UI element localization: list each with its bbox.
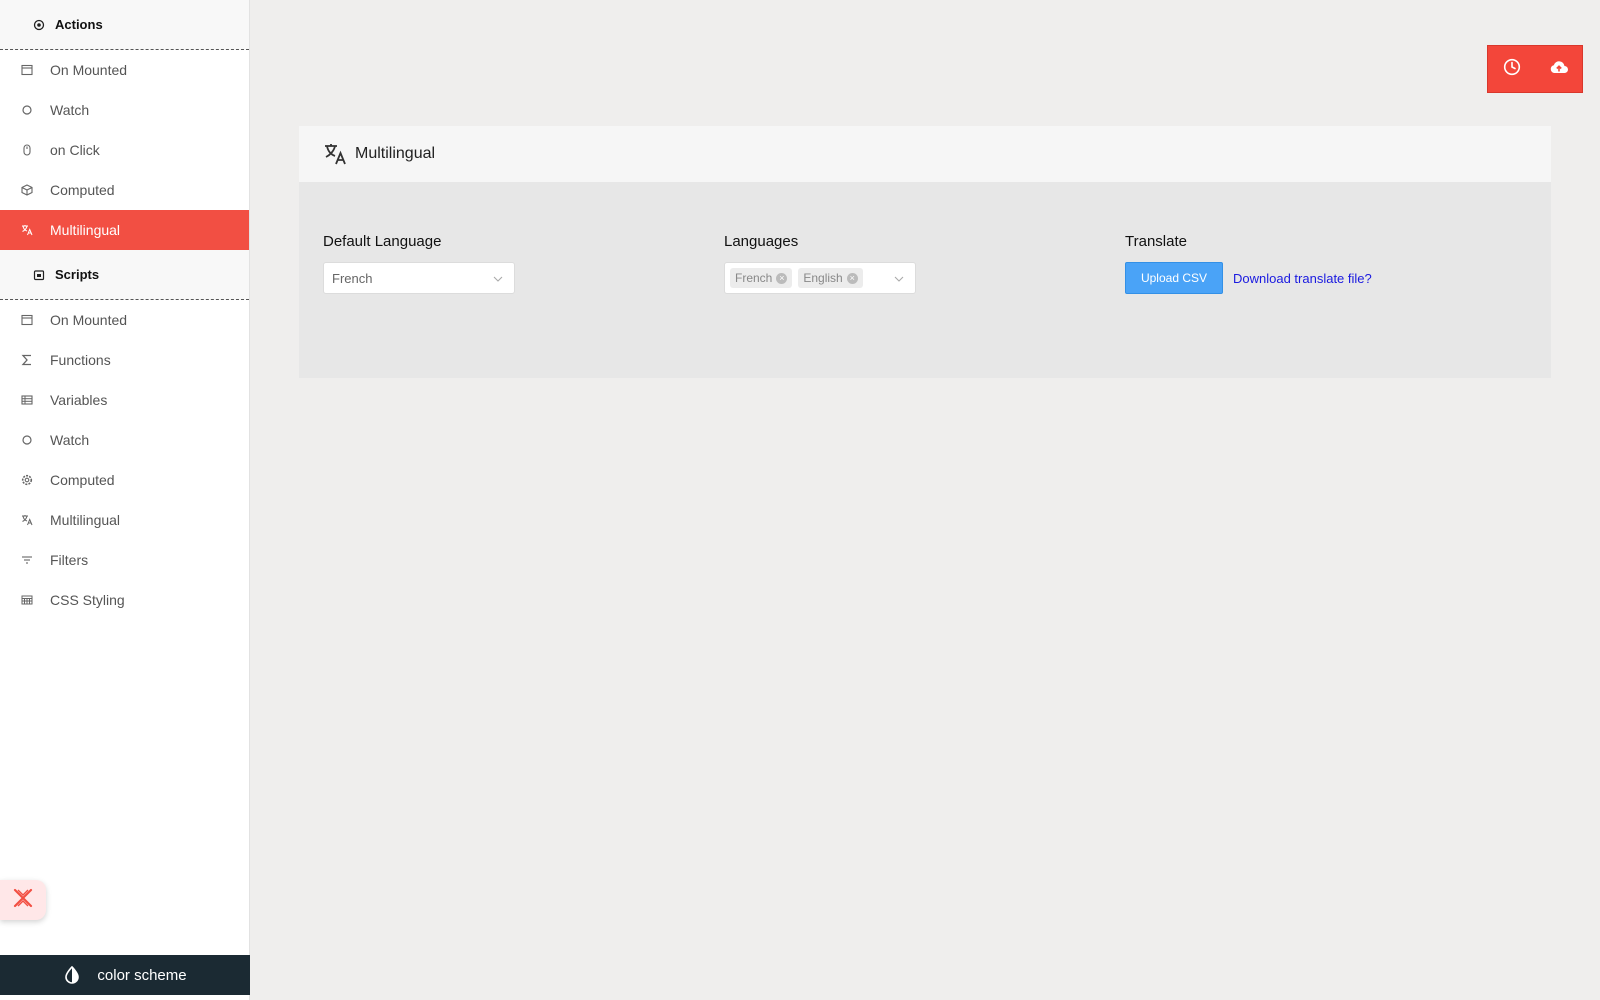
translate-icon <box>21 514 33 526</box>
filter-icon <box>21 554 33 566</box>
default-language-label: Default Language <box>323 233 442 250</box>
close-icon <box>12 887 34 914</box>
sidebar: Actions On Mounted Watch on Click Comput… <box>0 0 250 1000</box>
sidebar-item-on-click[interactable]: on Click <box>0 130 249 170</box>
actions-section-header[interactable]: Actions <box>0 0 249 50</box>
window-icon <box>21 314 33 326</box>
sidebar-item-label: On Mounted <box>50 62 128 78</box>
translate-icon <box>21 224 33 236</box>
sidebar-item-functions[interactable]: Functions <box>0 340 249 380</box>
sidebar-item-multilingual[interactable]: Multilingual <box>0 500 249 540</box>
color-scheme-toggle[interactable]: color scheme <box>0 955 250 995</box>
sidebar-item-computed[interactable]: Computed <box>0 460 249 500</box>
sidebar-item-label: Computed <box>50 182 115 198</box>
multilingual-panel: Multilingual Default Language French Lan… <box>299 126 1551 378</box>
languages-field: Languages French × English × <box>724 232 916 294</box>
clock-icon <box>1503 58 1521 81</box>
sidebar-item-label: Functions <box>50 352 111 368</box>
sidebar-item-watch[interactable]: Watch <box>0 420 249 460</box>
color-scheme-label: color scheme <box>97 966 187 984</box>
top-actions-bar <box>1487 45 1583 93</box>
translate-field: Translate Upload CSV Download translate … <box>1125 232 1372 294</box>
chevron-down-icon <box>893 273 905 285</box>
sidebar-item-label: Watch <box>50 432 90 448</box>
upload-csv-button[interactable]: Upload CSV <box>1125 262 1223 294</box>
mouse-icon <box>21 144 33 156</box>
sidebar-item-label: Watch <box>50 102 90 118</box>
contrast-icon <box>63 966 81 984</box>
sidebar-item-watch[interactable]: Watch <box>0 90 249 130</box>
default-language-select[interactable]: French <box>323 262 515 294</box>
panel-header: Multilingual <box>299 126 1551 182</box>
panel-body: Default Language French Languages French… <box>299 182 1551 378</box>
cog-icon <box>21 474 33 486</box>
cube-icon <box>21 184 33 196</box>
circle-icon <box>21 434 33 446</box>
panel-title: Multilingual <box>355 145 436 162</box>
cloud-upload-button[interactable] <box>1544 54 1574 84</box>
window-icon <box>21 64 33 76</box>
sidebar-item-on-mounted[interactable]: On Mounted <box>0 50 249 90</box>
default-language-field: Default Language French <box>323 232 515 294</box>
sidebar-item-variables[interactable]: Variables <box>0 380 249 420</box>
language-tag-label: French <box>735 271 773 285</box>
target-icon <box>33 19 45 31</box>
calendar-icon <box>33 269 45 281</box>
default-language-value: French <box>332 270 373 286</box>
translate-label: Translate <box>1125 233 1187 250</box>
css-icon <box>21 594 33 606</box>
sidebar-item-css-styling[interactable]: CSS Styling <box>0 580 249 620</box>
languages-label: Languages <box>724 233 799 250</box>
sigma-icon <box>21 354 33 366</box>
sidebar-item-on-mounted[interactable]: On Mounted <box>0 300 249 340</box>
cloud-upload-icon <box>1549 58 1569 81</box>
languages-multiselect[interactable]: French × English × <box>724 262 916 294</box>
sidebar-item-label: Variables <box>50 392 108 408</box>
language-tag: French × <box>730 268 793 288</box>
sidebar-item-label: on Click <box>50 142 100 158</box>
list-icon <box>21 394 33 406</box>
sidebar-item-label: Multilingual <box>50 222 121 238</box>
sidebar-item-label: CSS Styling <box>50 592 125 608</box>
sidebar-item-label: Computed <box>50 472 115 488</box>
download-translate-link[interactable]: Download translate file? <box>1233 271 1372 286</box>
sidebar-item-label: Multilingual <box>50 512 121 528</box>
history-button[interactable] <box>1497 54 1527 84</box>
actions-section-label: Actions <box>55 17 103 32</box>
translate-actions: Upload CSV Download translate file? <box>1125 262 1372 294</box>
sidebar-item-label: On Mounted <box>50 312 128 328</box>
circle-icon <box>21 104 33 116</box>
tag-remove-icon[interactable]: × <box>846 272 858 284</box>
sidebar-item-filters[interactable]: Filters <box>0 540 249 580</box>
sidebar-item-computed[interactable]: Computed <box>0 170 249 210</box>
sidebar-item-label: Filters <box>50 552 89 568</box>
language-tag: English × <box>798 268 863 288</box>
tag-remove-icon[interactable]: × <box>776 272 788 284</box>
sidebar-item-multilingual[interactable]: Multilingual <box>0 210 249 250</box>
close-fab-button[interactable] <box>0 880 46 920</box>
chevron-down-icon <box>492 273 504 285</box>
scripts-section-header[interactable]: Scripts <box>0 250 249 300</box>
translate-icon <box>323 142 347 166</box>
language-tag-label: English <box>803 271 843 285</box>
scripts-section-label: Scripts <box>55 267 100 282</box>
